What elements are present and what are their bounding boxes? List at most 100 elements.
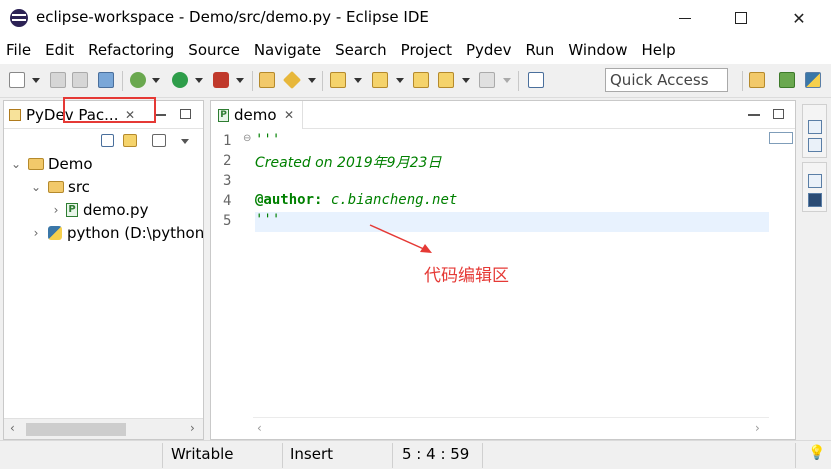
- link-with-editor-icon[interactable]: [123, 134, 137, 147]
- pydev-perspective-icon[interactable]: [805, 72, 821, 88]
- previous-annotation-dropdown-icon[interactable]: [396, 78, 404, 83]
- menu-window[interactable]: Window: [561, 41, 634, 59]
- menu-file[interactable]: File: [0, 41, 38, 59]
- python-interpreter-icon: [48, 226, 62, 240]
- highlight-box: [63, 97, 156, 123]
- open-folder-icon[interactable]: [259, 72, 275, 88]
- pin-editor-icon[interactable]: [528, 72, 544, 88]
- maximize-view-icon[interactable]: [180, 109, 191, 119]
- toolbar-separator: [322, 71, 323, 91]
- next-annotation-dropdown-icon[interactable]: [354, 78, 362, 83]
- filter-icon[interactable]: [152, 134, 166, 147]
- debug-dropdown-icon[interactable]: [152, 78, 160, 83]
- annotation-arrow: [369, 224, 432, 253]
- explorer-horizontal-scrollbar[interactable]: ‹ ›: [4, 418, 203, 439]
- menu-refactoring[interactable]: Refactoring: [81, 41, 181, 59]
- restore-outline-icon[interactable]: [808, 120, 822, 134]
- close-button[interactable]: ✕: [776, 0, 822, 36]
- pen-icon[interactable]: [282, 70, 302, 90]
- back-dropdown-icon[interactable]: [462, 78, 470, 83]
- author-tag: @author:: [255, 192, 323, 208]
- tree-item-label: python (D:\python: [67, 224, 205, 242]
- restore-console-icon[interactable]: [808, 174, 822, 188]
- code-line[interactable]: @author: c.biancheng.net: [255, 192, 769, 212]
- external-tools-icon[interactable]: [213, 72, 229, 88]
- collapse-all-icon[interactable]: [101, 134, 114, 147]
- code-line[interactable]: Created on 2019年9月23日: [255, 152, 769, 172]
- maximize-editor-icon[interactable]: [773, 109, 784, 119]
- last-edit-icon[interactable]: [413, 72, 429, 88]
- scroll-right-icon[interactable]: ›: [755, 421, 760, 435]
- view-menu-icon[interactable]: [181, 139, 189, 144]
- current-code-line[interactable]: ''': [255, 212, 769, 232]
- status-writable: Writable: [171, 445, 234, 463]
- fold-icon[interactable]: ⊖: [243, 133, 251, 144]
- status-bar: Writable Insert 5 : 4 : 59 💡: [0, 440, 831, 469]
- open-type-icon[interactable]: [98, 72, 114, 88]
- outline-view-icon[interactable]: [808, 138, 822, 152]
- forward-icon[interactable]: [479, 72, 495, 88]
- tree-item-python-interpreter[interactable]: › python (D:\python: [30, 222, 205, 244]
- docstring-text: c.biancheng.net: [322, 192, 458, 208]
- menu-search[interactable]: Search: [328, 41, 394, 59]
- run-icon[interactable]: [172, 72, 188, 88]
- back-icon[interactable]: [438, 72, 454, 88]
- java-perspective-icon[interactable]: [779, 72, 795, 88]
- minimize-button[interactable]: [662, 0, 708, 36]
- menu-navigate[interactable]: Navigate: [247, 41, 328, 59]
- previous-annotation-icon[interactable]: [372, 72, 388, 88]
- status-cursor-position[interactable]: 5 : 4 : 59: [402, 445, 469, 463]
- debug-icon[interactable]: [130, 72, 146, 88]
- external-tools-dropdown-icon[interactable]: [236, 78, 244, 83]
- forward-dropdown-icon[interactable]: [503, 78, 511, 83]
- expand-icon[interactable]: ›: [30, 226, 42, 240]
- tip-bulb-icon[interactable]: 💡: [808, 445, 825, 461]
- code-line[interactable]: [255, 172, 769, 192]
- save-icon[interactable]: [50, 72, 66, 88]
- expand-icon[interactable]: ›: [50, 203, 62, 217]
- menu-pydev[interactable]: Pydev: [459, 41, 519, 59]
- tree-item-demo-py[interactable]: › P demo.py: [50, 199, 149, 221]
- minimize-editor-icon[interactable]: [748, 114, 760, 116]
- status-insert-mode[interactable]: Insert: [290, 445, 333, 463]
- menu-help[interactable]: Help: [634, 41, 682, 59]
- new-dropdown-icon[interactable]: [32, 78, 40, 83]
- line-number: 5: [223, 213, 232, 229]
- tree-item-src[interactable]: ⌄ src: [30, 176, 90, 198]
- scroll-right-icon[interactable]: ›: [190, 421, 195, 435]
- code-line[interactable]: ''': [255, 132, 769, 152]
- toolbar-separator: [122, 71, 123, 91]
- overview-ruler-marker[interactable]: [769, 132, 793, 144]
- docstring-text: ''': [255, 212, 281, 228]
- new-icon[interactable]: [9, 72, 25, 88]
- menu-bar: File Edit Refactoring Source Navigate Se…: [0, 36, 831, 64]
- pydev-package-explorer: PyDev Pac... ✕ ⌄ Demo ⌄ src › P demo.py: [3, 100, 204, 440]
- scroll-left-icon[interactable]: ‹: [257, 421, 262, 435]
- collapse-icon[interactable]: ⌄: [30, 180, 42, 194]
- line-number: 3: [223, 173, 232, 189]
- close-tab-icon[interactable]: ✕: [284, 108, 294, 122]
- window-title: eclipse-workspace - Demo/src/demo.py - E…: [36, 8, 429, 26]
- save-all-icon[interactable]: [72, 72, 88, 88]
- scrollbar-thumb[interactable]: [26, 423, 126, 436]
- menu-run[interactable]: Run: [519, 41, 562, 59]
- maximize-button[interactable]: [718, 0, 764, 36]
- line-number: 4: [223, 193, 232, 209]
- pen-dropdown-icon[interactable]: [308, 78, 316, 83]
- tree-item-demo[interactable]: ⌄ Demo: [10, 153, 93, 175]
- editor-horizontal-scrollbar[interactable]: ‹ ›: [253, 417, 769, 439]
- open-perspective-icon[interactable]: [749, 72, 765, 88]
- menu-project[interactable]: Project: [394, 41, 459, 59]
- next-annotation-icon[interactable]: [330, 72, 346, 88]
- tab-demo[interactable]: P demo ✕: [211, 101, 303, 129]
- quick-access-input[interactable]: Quick Access: [605, 68, 728, 92]
- menu-edit[interactable]: Edit: [38, 41, 81, 59]
- menu-source[interactable]: Source: [181, 41, 247, 59]
- collapse-icon[interactable]: ⌄: [10, 157, 22, 171]
- code-area[interactable]: ''' Created on 2019年9月23日 @author: c.bia…: [255, 130, 769, 417]
- project-folder-icon: [28, 158, 44, 170]
- run-dropdown-icon[interactable]: [195, 78, 203, 83]
- console-view-icon[interactable]: [808, 193, 822, 207]
- overview-ruler[interactable]: [769, 130, 795, 439]
- scroll-left-icon[interactable]: ‹: [10, 421, 15, 435]
